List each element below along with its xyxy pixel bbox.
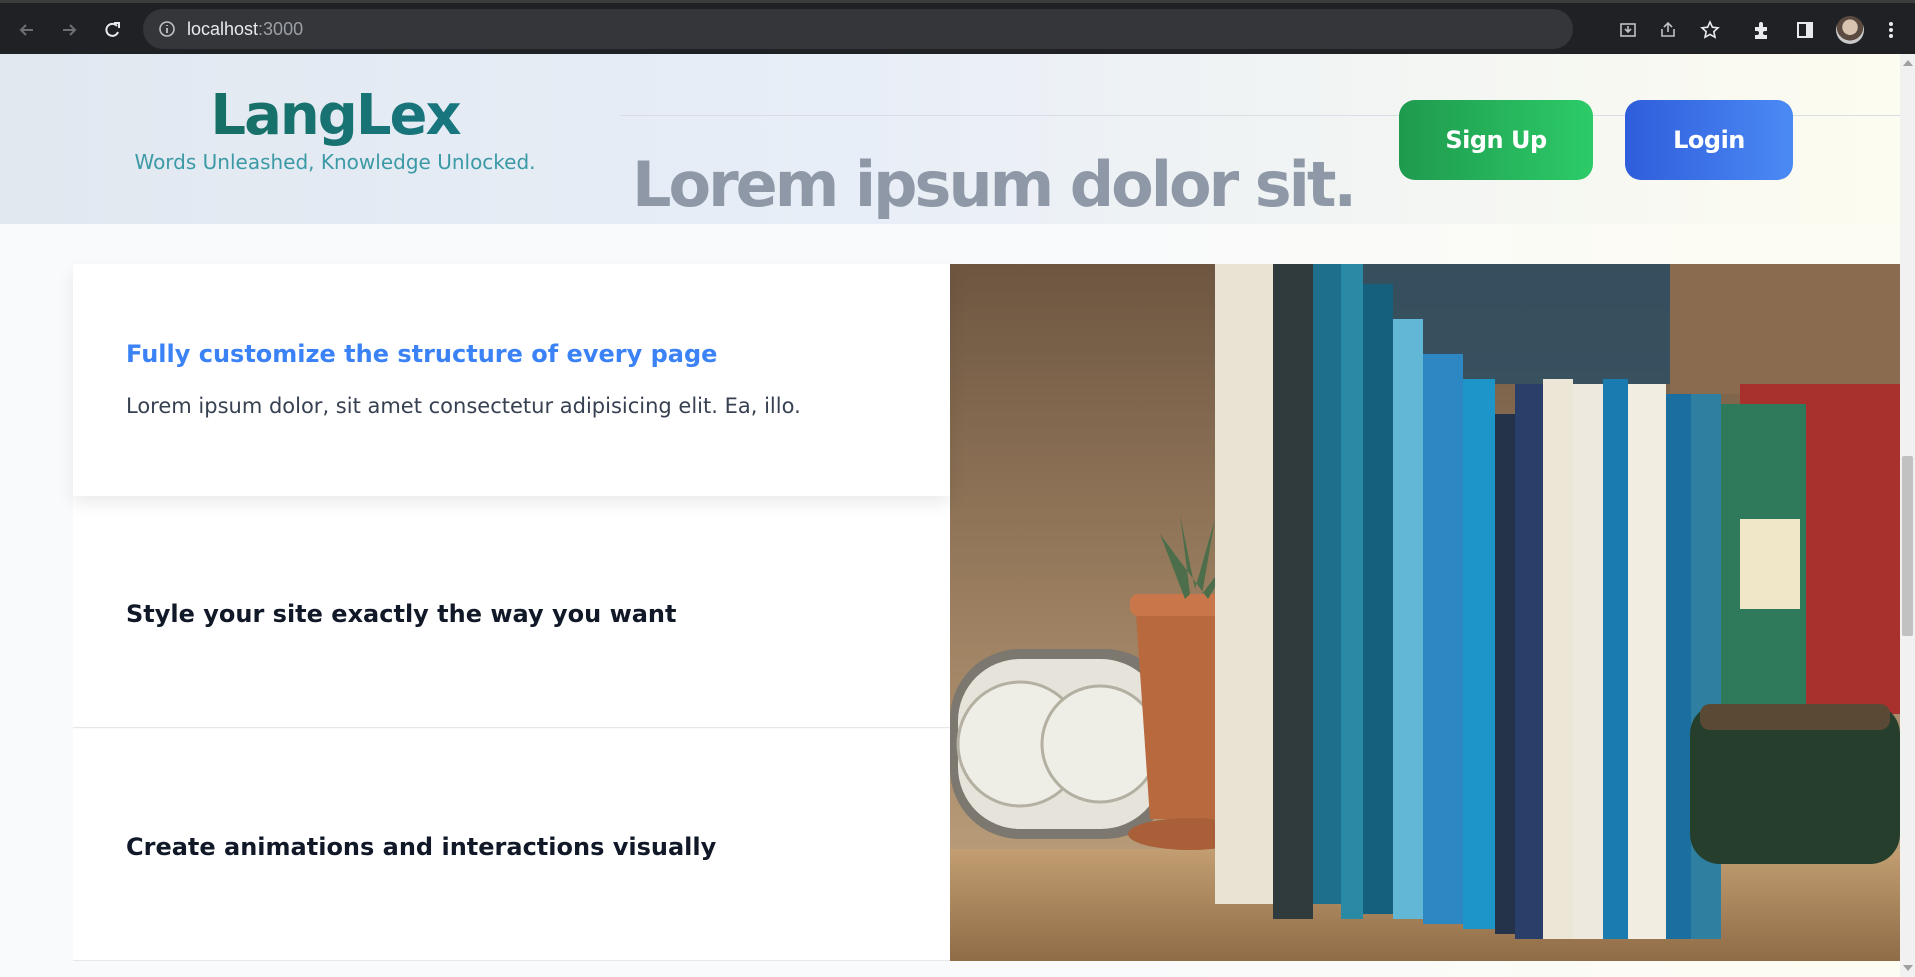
login-button[interactable]: Login	[1625, 100, 1793, 180]
browser-toolbar: localhost:3000	[0, 0, 1915, 54]
bookshelf-image	[950, 264, 1900, 961]
address-bar[interactable]: localhost:3000	[143, 9, 1720, 49]
signup-button[interactable]: Sign Up	[1399, 100, 1593, 180]
reload-icon[interactable]	[99, 17, 125, 43]
scroll-down-icon[interactable]	[1903, 965, 1913, 971]
scroll-thumb[interactable]	[1902, 456, 1913, 636]
feature-description: Lorem ipsum dolor, sit amet consectetur …	[126, 394, 801, 418]
page-scrollbar[interactable]	[1900, 54, 1915, 977]
feature-title: Create animations and interactions visua…	[126, 833, 717, 861]
site-header: LangLex Words Unleashed, Knowledge Unloc…	[0, 54, 1900, 224]
hero-title: Lorem ipsum dolor sit.	[632, 148, 1357, 221]
feature-item-style[interactable]: Style your site exactly the way you want	[73, 496, 950, 728]
feature-title: Style your site exactly the way you want	[126, 600, 677, 628]
install-icon[interactable]	[1617, 19, 1639, 41]
side-panel-icon[interactable]	[1792, 17, 1818, 43]
share-icon[interactable]	[1657, 19, 1679, 41]
menu-icon[interactable]	[1878, 17, 1904, 43]
url-text: localhost:3000	[187, 19, 304, 39]
features-section: Fully customize the structure of every p…	[0, 224, 1900, 977]
brand-logo[interactable]: LangLex Words Unleashed, Knowledge Unloc…	[120, 84, 550, 175]
back-arrow-icon[interactable]	[14, 17, 40, 43]
brand-tagline: Words Unleashed, Knowledge Unlocked.	[134, 150, 536, 174]
feature-item-animations[interactable]: Create animations and interactions visua…	[73, 729, 950, 961]
brand-name: LangLex	[120, 84, 550, 148]
profile-avatar[interactable]	[1836, 16, 1864, 44]
extensions-icon[interactable]	[1749, 17, 1775, 43]
feature-item-customize[interactable]: Fully customize the structure of every p…	[73, 264, 950, 496]
info-icon[interactable]	[157, 19, 177, 44]
scroll-up-icon[interactable]	[1903, 60, 1913, 66]
feature-title: Fully customize the structure of every p…	[126, 340, 718, 368]
forward-arrow-icon[interactable]	[56, 17, 82, 43]
star-icon[interactable]	[1699, 19, 1721, 41]
